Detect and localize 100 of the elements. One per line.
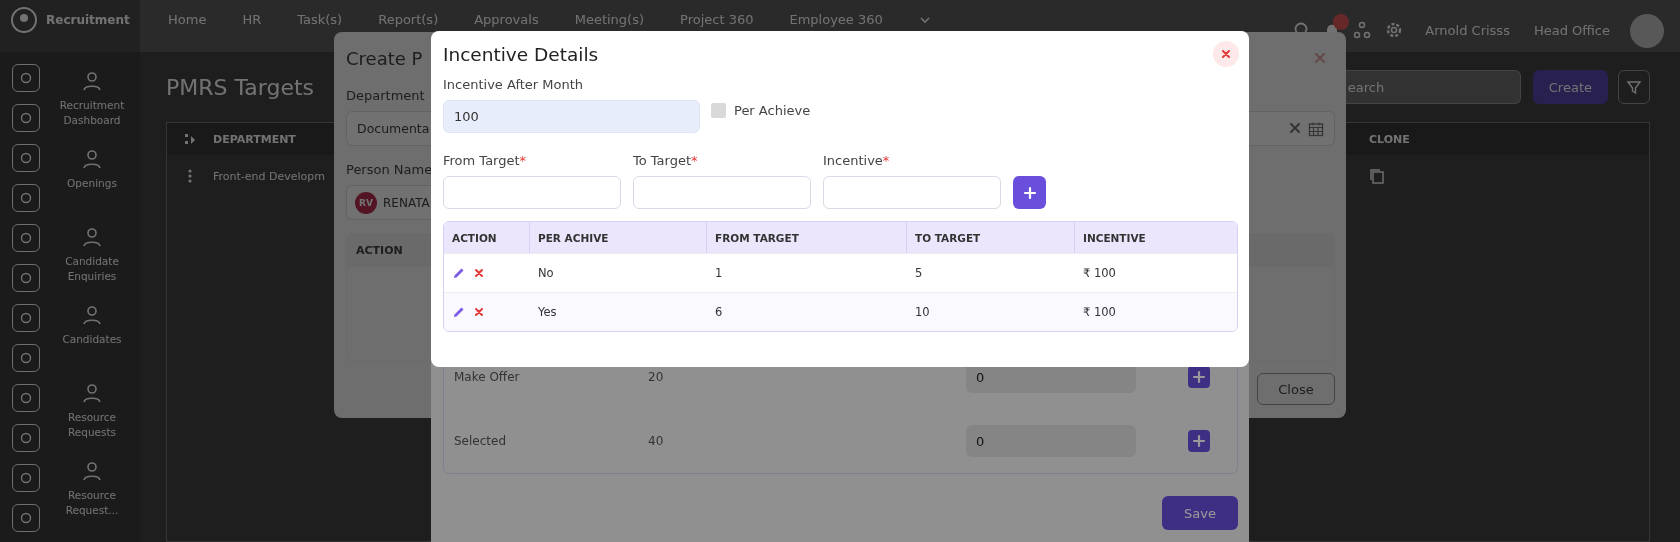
number-input[interactable]: 0 [966,425,1136,457]
user-avatar[interactable] [1630,14,1664,48]
circle-icon [20,112,32,124]
table-cell-text: 10 [914,305,931,319]
circle-icon [20,72,32,84]
avatar-initials: RV [355,191,377,214]
add-button[interactable] [1188,366,1210,388]
close-button[interactable]: Close [1257,373,1335,405]
nav-item[interactable]: Project 360 [680,12,754,27]
column-header: PER ACHIVE [530,222,707,253]
pencil-icon[interactable] [452,305,466,319]
notification-badge [1333,13,1350,30]
delete-icon[interactable] [473,267,485,279]
user-name[interactable]: Arnold Crisss [1425,22,1510,38]
table-cell-text: 5 [914,266,924,280]
column-header: ACTION [356,244,403,257]
table-cell-text: 6 [714,305,724,319]
table-cell-text: Make Offer [454,370,521,384]
nav-item[interactable]: Meeting(s) [574,12,644,27]
search-field[interactable]: earch [1345,70,1521,105]
table-cell-text: ₹ 100 [1082,305,1117,319]
table-cell-text: 1 [714,266,724,280]
shortcut-tile[interactable] [12,384,40,412]
shortcut-tile[interactable] [12,344,40,372]
filter-button[interactable] [1618,70,1650,105]
shortcut-tile[interactable] [12,104,40,132]
text-input[interactable] [443,176,621,209]
month-input[interactable]: 100 [443,100,700,133]
nav-item[interactable]: Approvals [474,12,539,27]
calendar-icon[interactable] [1308,120,1324,137]
person-icon[interactable] [81,148,103,170]
shortcut-tile[interactable] [12,64,40,92]
branch-name[interactable]: Head Office [1533,22,1610,38]
settings-icon[interactable] [1385,21,1404,39]
column-header: FROM TARGET [707,222,907,253]
circle-icon [20,152,32,164]
nav-item[interactable]: Task(s) [297,12,343,27]
sidebar-item[interactable]: Resource Requests [47,410,137,440]
date-field-end[interactable] [1249,111,1335,146]
add-button[interactable] [1013,176,1046,209]
person-icon[interactable] [81,382,103,404]
copy-icon[interactable] [1369,168,1385,185]
department-select[interactable]: Documenta [346,111,431,146]
plus-icon [1022,185,1037,200]
circle-icon [20,352,32,364]
sidebar-item[interactable]: Candidate Enquiries [47,254,137,284]
delete-icon[interactable] [473,306,485,318]
modal-title: Incentive Details [443,43,599,65]
filter-icon [1626,79,1642,96]
circle-icon [20,312,32,324]
field-label: Incentive* [823,153,891,168]
shortcut-tile[interactable] [12,264,40,292]
shortcut-tile[interactable] [12,504,40,532]
save-button[interactable]: Save [1162,496,1238,530]
logo-icon [10,6,38,34]
person-icon[interactable] [81,70,103,92]
circle-icon [20,432,32,444]
text-input[interactable] [633,176,811,209]
close-icon[interactable] [1288,120,1302,135]
shortcut-tile[interactable] [12,464,40,492]
nav-item[interactable]: Home [168,12,207,27]
person-icon[interactable] [81,460,103,482]
field-label: Department [346,88,426,103]
network-icon[interactable] [1353,21,1372,39]
sidebar-item[interactable]: Recruitment Dashboard [47,98,137,128]
text-input[interactable] [823,176,1001,209]
plus-icon [1192,370,1206,384]
nav-item[interactable]: HR [242,12,262,27]
circle-icon [20,472,32,484]
table-cell-text: 20 [648,370,665,384]
nav-item[interactable]: Employee 360 [789,12,883,27]
kebab-menu-icon[interactable] [188,169,192,184]
field-label: To Target* [633,153,699,168]
person-icon[interactable] [81,226,103,248]
column-header: TO TARGET [907,222,1075,253]
table-cell-text: Selected [454,434,508,448]
table-cell: Front-end Developm [213,169,325,183]
column-header: INCENTIVE [1082,230,1147,246]
sidebar-item[interactable]: Candidates [47,332,137,347]
shortcut-tile[interactable] [12,304,40,332]
checkbox[interactable] [711,102,726,118]
shortcut-tile[interactable] [12,224,40,252]
create-button[interactable]: Create [1532,70,1608,105]
sidebar-item[interactable]: Openings [47,176,137,191]
shortcut-tile[interactable] [12,424,40,452]
circle-icon [20,392,32,404]
column-header: ACTION [444,222,530,253]
sidebar-item[interactable]: Resource Request... [47,488,137,518]
edit-columns-icon[interactable] [183,132,197,147]
nav-item[interactable]: Report(s) [378,12,439,27]
brand-name: Recruitment [46,13,130,27]
circle-icon [20,192,32,204]
checkbox-label: Per Achieve [734,102,811,118]
person-icon[interactable] [81,304,103,326]
close-button[interactable] [1213,41,1239,67]
table-cell-text: Yes [537,305,558,319]
circle-icon [20,512,32,524]
shortcut-tile[interactable] [12,144,40,172]
person-name[interactable]: RENATA [383,195,430,210]
shortcut-tile[interactable] [12,184,40,212]
